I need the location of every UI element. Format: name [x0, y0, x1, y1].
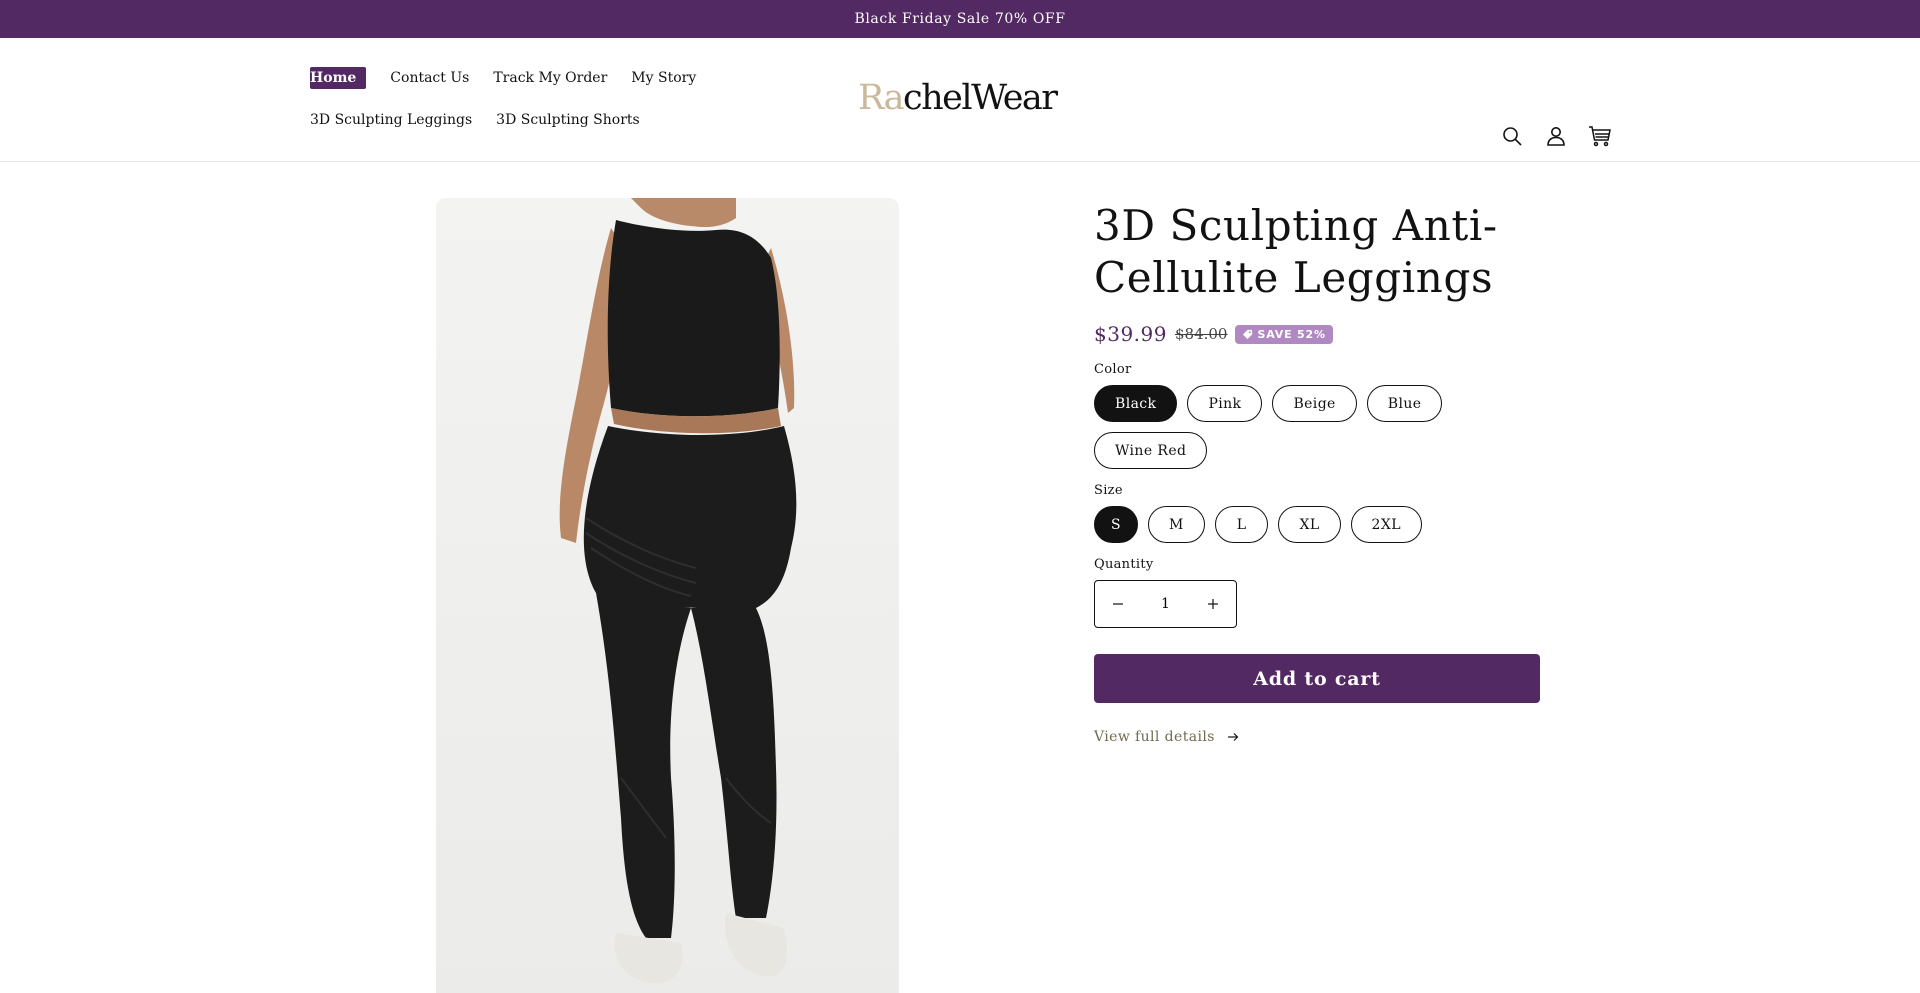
product-image[interactable]: [436, 198, 899, 993]
product-section: 3D Sculpting Anti-Cellulite Leggings $39…: [0, 162, 1920, 993]
nav-row-primary: Home Contact Us Track My Order My Story: [310, 64, 740, 92]
nav-3d-sculpting-shorts[interactable]: 3D Sculpting Shorts: [486, 109, 650, 131]
product-title: 3D Sculpting Anti-Cellulite Leggings: [1094, 201, 1498, 302]
color-options: Black Pink Beige Blue Wine Red: [1094, 385, 1474, 469]
size-options: S M L XL 2XL: [1094, 506, 1474, 543]
site-logo[interactable]: RachelWear: [858, 78, 1058, 118]
quantity-increase-button[interactable]: [1190, 581, 1236, 627]
size-option-l[interactable]: L: [1214, 506, 1269, 543]
nav-home[interactable]: Home: [310, 67, 367, 89]
view-full-details-text: View full details: [1094, 729, 1215, 745]
sale-price: $39.99: [1094, 322, 1167, 346]
announcement-text: Black Friday Sale 70% OFF: [854, 11, 1066, 27]
quantity-decrease-button[interactable]: [1095, 581, 1141, 627]
account-icon[interactable]: [1544, 124, 1568, 148]
minus-icon: [1113, 603, 1123, 605]
plus-icon: [1208, 599, 1218, 609]
tag-icon: [1243, 329, 1253, 339]
size-option-2xl[interactable]: 2XL: [1350, 506, 1422, 543]
main-nav: Home Contact Us Track My Order My Story …: [310, 64, 740, 148]
announcement-bar: Black Friday Sale 70% OFF: [0, 0, 1920, 38]
color-option-blue[interactable]: Blue: [1366, 385, 1443, 422]
quantity-input[interactable]: [1145, 595, 1186, 613]
logo-accent: Ra: [858, 78, 905, 118]
nav-track-my-order[interactable]: Track My Order: [483, 67, 617, 89]
size-option-m[interactable]: M: [1148, 506, 1205, 543]
nav-3d-sculpting-leggings[interactable]: 3D Sculpting Leggings: [310, 109, 482, 131]
cart-icon[interactable]: [1588, 124, 1612, 148]
view-full-details-link[interactable]: View full details: [1094, 729, 1554, 745]
header-icons: [1500, 124, 1612, 148]
size-label: Size: [1094, 483, 1123, 498]
nav-row-secondary: 3D Sculpting Leggings 3D Sculpting Short…: [310, 106, 740, 134]
price-row: $39.99 $84.00 SAVE 52%: [1094, 322, 1554, 346]
arrow-right-icon: [1227, 733, 1239, 741]
color-option-black[interactable]: Black: [1094, 385, 1178, 422]
size-option-xl[interactable]: XL: [1278, 506, 1341, 543]
quantity-label: Quantity: [1094, 557, 1154, 572]
color-option-wine-red[interactable]: Wine Red: [1094, 432, 1208, 469]
site-header: Home Contact Us Track My Order My Story …: [0, 38, 1920, 162]
quantity-stepper: [1094, 580, 1237, 628]
compare-price: $84.00: [1174, 325, 1228, 343]
add-to-cart-button[interactable]: Add to cart: [1094, 654, 1540, 703]
nav-my-story[interactable]: My Story: [621, 67, 706, 89]
nav-contact-us[interactable]: Contact Us: [380, 67, 479, 89]
save-badge: SAVE 52%: [1235, 324, 1333, 344]
color-option-beige[interactable]: Beige: [1272, 385, 1357, 422]
logo-text: chelWear: [903, 78, 1058, 118]
product-info: 3D Sculpting Anti-Cellulite Leggings $39…: [1094, 200, 1554, 745]
search-icon[interactable]: [1500, 124, 1524, 148]
color-label: Color: [1094, 362, 1132, 377]
size-option-s[interactable]: S: [1094, 506, 1138, 543]
save-badge-text: SAVE 52%: [1257, 327, 1326, 341]
color-option-pink[interactable]: Pink: [1187, 385, 1263, 422]
